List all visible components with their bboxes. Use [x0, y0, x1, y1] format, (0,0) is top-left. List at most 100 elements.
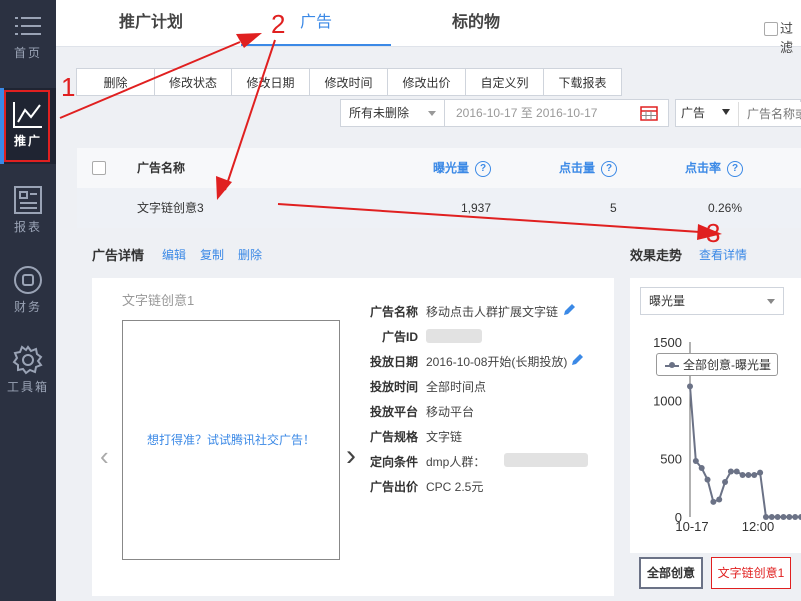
- calendar-icon: [640, 106, 658, 121]
- modify-time-button[interactable]: 修改时间: [309, 68, 388, 96]
- sidebar-item-home[interactable]: 首页: [0, 0, 56, 70]
- metric-select-value: 曝光量: [649, 294, 686, 308]
- y-tick-label: 500: [660, 452, 682, 467]
- menu-icon: [15, 17, 41, 35]
- modify-date-button[interactable]: 修改日期: [231, 68, 310, 96]
- field-key: 广告名称: [369, 305, 418, 319]
- data-point: [704, 476, 711, 483]
- download-report-button[interactable]: 下载报表: [543, 68, 622, 96]
- top-tab-bar: 推广计划 广告 标的物 过滤: [56, 0, 801, 55]
- chevron-down-icon: [428, 111, 436, 116]
- status-select[interactable]: 所有未删除: [340, 99, 445, 127]
- next-arrow-icon[interactable]: ›: [346, 439, 356, 473]
- legend-label: 全部创意-曝光量: [683, 358, 771, 372]
- sidebar-item-reports[interactable]: 报表: [0, 172, 56, 242]
- field-key: 投放日期: [369, 355, 418, 369]
- col-header-clicks[interactable]: 点击量?: [559, 148, 618, 188]
- filter-checkbox[interactable]: [764, 22, 778, 36]
- date-range-input[interactable]: 2016-10-17 至 2016-10-17: [444, 99, 669, 127]
- pencil-icon[interactable]: [570, 353, 584, 367]
- tab-plans[interactable]: 推广计划: [96, 0, 206, 46]
- row-ad-name[interactable]: 文字链创意3: [137, 188, 204, 228]
- prev-arrow-icon[interactable]: ‹: [100, 441, 109, 472]
- col-header-ctr[interactable]: 点击率?: [685, 148, 744, 188]
- row-clicks: 5: [610, 201, 617, 215]
- edit-link[interactable]: 编辑: [162, 246, 186, 263]
- data-point: [739, 472, 746, 478]
- sidebar-item-promotion[interactable]: 推广: [0, 88, 56, 164]
- tab-targets[interactable]: 标的物: [416, 0, 536, 46]
- copy-link[interactable]: 复制: [200, 246, 224, 263]
- status-select-value: 所有未删除: [349, 106, 410, 120]
- annotation-number-1: 1: [61, 72, 76, 102]
- tab-ads[interactable]: 广告: [241, 0, 391, 46]
- custom-columns-button[interactable]: 自定义列: [465, 68, 544, 96]
- sidebar-item-label: 财务: [13, 300, 42, 314]
- field-ad-name: 移动点击人群扩展文字链: [426, 305, 559, 319]
- metric-select[interactable]: 曝光量: [640, 287, 784, 315]
- preview-ad-text[interactable]: 想打得准？试试腾讯社交广告！: [123, 431, 339, 448]
- chevron-down-icon: [767, 299, 775, 304]
- field-targeting: dmp人群：: [426, 455, 486, 469]
- field-key: 广告ID: [381, 330, 418, 344]
- help-icon[interactable]: ?: [475, 160, 492, 177]
- delete-button[interactable]: 删除: [76, 68, 155, 96]
- col-header-label: 点击量: [559, 161, 596, 175]
- search-input[interactable]: [738, 102, 801, 126]
- sidebar-item-label: 首页: [13, 46, 42, 60]
- sidebar-item-label: 工具箱: [6, 380, 49, 394]
- type-select-value[interactable]: 广告: [676, 106, 705, 120]
- redacted-targeting: [504, 453, 588, 467]
- field-key: 广告规格: [369, 430, 418, 444]
- field-date: 2016-10-08开始(长期投放): [426, 355, 568, 369]
- preview-title: 文字链创意1: [122, 293, 195, 308]
- data-point: [774, 514, 781, 520]
- help-icon[interactable]: ?: [727, 160, 744, 177]
- finance-icon: [14, 266, 42, 294]
- series-line: [689, 386, 801, 518]
- modify-bid-button[interactable]: 修改出价: [387, 68, 466, 96]
- data-point: [751, 472, 758, 478]
- sidebar: 首页 推广 报表 财务 工具箱: [0, 0, 56, 601]
- date-range-value: 2016-10-17 至 2016-10-17: [456, 106, 598, 120]
- field-bid: CPC 2.5元: [426, 480, 484, 494]
- col-header-label: 点击率: [685, 161, 722, 175]
- sidebar-item-toolbox[interactable]: 工具箱: [0, 332, 56, 402]
- trend-title: 效果走势: [630, 248, 683, 263]
- delete-link[interactable]: 删除: [238, 246, 262, 263]
- data-point: [716, 496, 723, 503]
- annotation-number-3: 3: [706, 218, 721, 248]
- y-tick-label: 1500: [653, 335, 682, 350]
- row-impressions: 1,937: [461, 201, 492, 215]
- select-all-checkbox[interactable]: [92, 161, 106, 175]
- data-point: [786, 514, 793, 520]
- redacted-ad-id: [426, 329, 482, 343]
- table-row[interactable]: 文字链创意3 1,937 5 0.26%: [77, 188, 801, 228]
- col-header-impressions[interactable]: 曝光量?: [433, 148, 492, 188]
- data-point: [733, 468, 740, 475]
- creative-1-button[interactable]: 文字链创意1: [711, 557, 791, 589]
- annotation-highlight-box: [4, 90, 50, 162]
- sidebar-item-finance[interactable]: 财务: [0, 252, 56, 322]
- data-point: [710, 498, 717, 505]
- ad-preview-box: 想打得准？试试腾讯社交广告！: [122, 320, 340, 560]
- sidebar-item-label: 报表: [13, 220, 42, 234]
- data-point: [687, 383, 693, 390]
- data-point: [757, 469, 764, 476]
- field-time: 全部时间点: [426, 380, 487, 394]
- field-key: 投放时间: [369, 380, 418, 394]
- data-point: [692, 458, 699, 464]
- all-creatives-button[interactable]: 全部创意: [639, 557, 703, 589]
- data-point: [698, 465, 705, 471]
- gear-icon: [12, 345, 43, 375]
- data-point: [792, 514, 799, 520]
- creative-1-label: 文字链创意1: [717, 566, 785, 580]
- field-key: 定向条件: [369, 455, 418, 469]
- pencil-icon[interactable]: [562, 303, 576, 317]
- detail-title: 广告详情: [92, 248, 145, 263]
- help-icon[interactable]: ?: [601, 160, 618, 177]
- data-point: [762, 514, 769, 520]
- modify-status-button[interactable]: 修改状态: [154, 68, 232, 96]
- data-point: [722, 479, 729, 485]
- field-key: 投放平台: [369, 405, 418, 419]
